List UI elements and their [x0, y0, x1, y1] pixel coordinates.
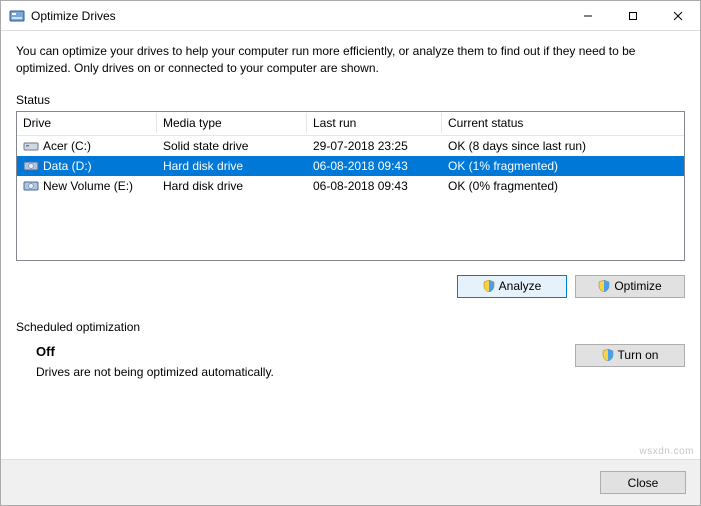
close-button[interactable]: Close: [600, 471, 686, 494]
optimize-label: Optimize: [614, 279, 661, 293]
optimize-button[interactable]: Optimize: [575, 275, 685, 298]
table-row[interactable]: New Volume (E:) Hard disk drive06-08-2018…: [17, 176, 684, 196]
schedule-state: Off: [36, 344, 575, 359]
titlebar: Optimize Drives: [1, 1, 700, 31]
drive-status: OK (1% fragmented): [442, 156, 684, 176]
close-window-button[interactable]: [655, 1, 700, 30]
drive-name: Data (D:): [43, 159, 92, 173]
drive-icon: [23, 180, 39, 192]
table-row[interactable]: Data (D:) Hard disk drive06-08-2018 09:43…: [17, 156, 684, 176]
shield-icon: [602, 349, 614, 361]
turn-on-label: Turn on: [618, 348, 659, 362]
description-text: You can optimize your drives to help you…: [16, 43, 685, 77]
drive-media: Hard disk drive: [157, 176, 307, 196]
drive-last-run: 29-07-2018 23:25: [307, 136, 442, 156]
optimize-drives-icon: [9, 8, 25, 24]
schedule-section: Scheduled optimization Off Drives are no…: [16, 320, 685, 379]
drive-name: New Volume (E:): [43, 179, 133, 193]
analyze-button[interactable]: Analyze: [457, 275, 567, 298]
drive-name: Acer (C:): [43, 139, 91, 153]
table-row[interactable]: Acer (C:) Solid state drive29-07-2018 23:…: [17, 136, 684, 156]
drive-status: OK (8 days since last run): [442, 136, 684, 156]
drive-icon: [23, 140, 39, 152]
schedule-label: Scheduled optimization: [16, 320, 685, 334]
bottom-bar: Close: [1, 459, 700, 505]
col-drive[interactable]: Drive: [17, 113, 157, 133]
drive-last-run: 06-08-2018 09:43: [307, 156, 442, 176]
schedule-state-desc: Drives are not being optimized automatic…: [36, 365, 575, 379]
maximize-button[interactable]: [610, 1, 655, 30]
drive-media: Solid state drive: [157, 136, 307, 156]
drive-last-run: 06-08-2018 09:43: [307, 176, 442, 196]
list-header: Drive Media type Last run Current status: [17, 112, 684, 136]
action-buttons: Analyze Optimize: [16, 275, 685, 298]
drive-icon: [23, 160, 39, 172]
drive-status: OK (0% fragmented): [442, 176, 684, 196]
shield-icon: [483, 280, 495, 292]
col-status[interactable]: Current status: [442, 113, 684, 133]
shield-icon: [598, 280, 610, 292]
turn-on-button[interactable]: Turn on: [575, 344, 685, 367]
minimize-button[interactable]: [565, 1, 610, 30]
drive-list[interactable]: Drive Media type Last run Current status…: [16, 111, 685, 261]
content-area: You can optimize your drives to help you…: [1, 31, 700, 379]
col-media[interactable]: Media type: [157, 113, 307, 133]
drive-media: Hard disk drive: [157, 156, 307, 176]
window-title: Optimize Drives: [31, 9, 116, 23]
col-run[interactable]: Last run: [307, 113, 442, 133]
watermark: wsxdn.com: [639, 446, 694, 457]
close-label: Close: [628, 476, 659, 490]
analyze-label: Analyze: [499, 279, 542, 293]
status-label: Status: [16, 93, 685, 107]
